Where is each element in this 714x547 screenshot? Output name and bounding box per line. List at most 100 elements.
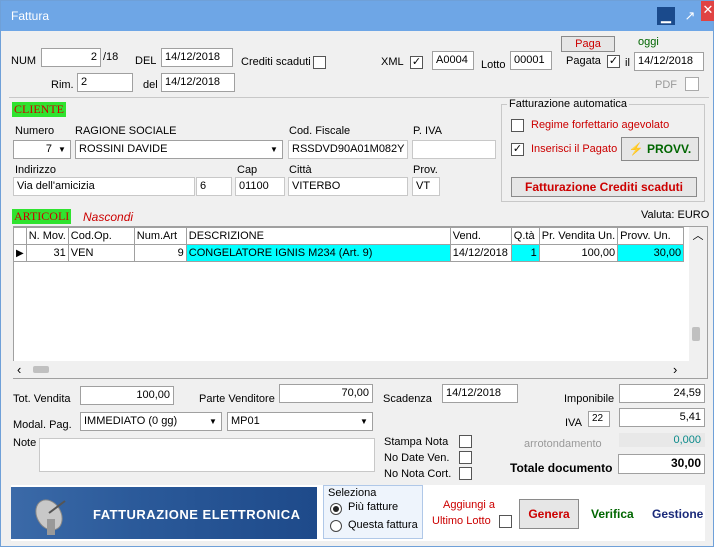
stampa-nota-label: Stampa Nota: [384, 436, 449, 448]
cf-field[interactable]: RSSDVD90A01M082Y: [288, 140, 408, 159]
cell-nmov[interactable]: 31: [25, 244, 69, 262]
col-vend[interactable]: Vend.: [449, 227, 512, 245]
cell-provv[interactable]: 30,00: [617, 244, 685, 262]
table-row[interactable]: ▶ 31 VEN 9 CONGELATORE IGNIS M234 (Art. …: [13, 244, 685, 262]
ragione-select[interactable]: ROSSINI DAVIDE ▼: [75, 140, 283, 159]
xml-checkbox[interactable]: ✓: [410, 56, 423, 69]
cell-prezzo[interactable]: 100,00: [538, 244, 619, 262]
col-nmov[interactable]: N. Mov.: [25, 227, 69, 245]
nascondi-link[interactable]: Nascondi: [83, 210, 133, 224]
mp-code-value: MP01: [231, 415, 260, 427]
crediti-scaduti-button[interactable]: Fatturazione Crediti scaduti: [511, 177, 697, 197]
fatturazione-automatica-title: Fatturazione automatica: [507, 98, 630, 110]
chevron-down-icon[interactable]: ▼: [357, 413, 371, 430]
banner-title: FATTURAZIONE ELETTRONICA: [93, 507, 301, 522]
close-button[interactable]: ✕: [701, 1, 714, 21]
col-numart[interactable]: Num.Art: [133, 227, 187, 245]
del-label: DEL: [135, 55, 157, 67]
parte-venditore-field[interactable]: 70,00: [279, 384, 373, 403]
minimize-button[interactable]: ▁: [657, 7, 675, 25]
cell-numart[interactable]: 9: [133, 244, 187, 262]
window-title: Fattura: [11, 9, 50, 23]
seleziona-label: Seleziona: [328, 487, 377, 499]
xml-code-field[interactable]: A0004: [432, 51, 474, 70]
chevron-down-icon[interactable]: ▼: [55, 141, 69, 158]
lotto-field[interactable]: 00001: [510, 51, 552, 70]
del-date-field[interactable]: 14/12/2018: [161, 48, 233, 67]
chevron-left-icon[interactable]: ‹: [17, 362, 21, 377]
horizontal-scrollbar[interactable]: ‹ ›: [13, 361, 707, 378]
cell-qta[interactable]: 1: [510, 244, 540, 262]
regime-label: Regime forfettario agevolato: [531, 119, 670, 131]
cap-label: Cap: [237, 164, 258, 176]
ultimo-lotto-checkbox[interactable]: [499, 515, 512, 528]
no-date-label: No Date Ven.: [384, 452, 450, 464]
iva-field[interactable]: 5,41: [619, 408, 705, 427]
provv-button[interactable]: ⚡ PROVV.: [621, 137, 699, 161]
no-nota-checkbox[interactable]: [459, 467, 472, 480]
fatturazione-elettronica-banner[interactable]: FATTURAZIONE ELETTRONICA: [11, 487, 317, 539]
totale-documento-label: Totale documento: [510, 461, 613, 475]
verifica-button[interactable]: Verifica: [591, 507, 634, 521]
mp-code-select[interactable]: MP01 ▼: [227, 412, 373, 431]
piva-field[interactable]: [412, 140, 496, 159]
hscroll-thumb[interactable]: [33, 366, 49, 373]
rim-field[interactable]: 2: [77, 73, 133, 92]
civico-field[interactable]: 6: [196, 177, 232, 196]
chevron-right-icon[interactable]: ›: [673, 362, 677, 377]
numero-value: 7: [45, 143, 52, 155]
modal-pag-value: IMMEDIATO (0 gg): [84, 415, 178, 427]
crediti-scaduti-label: Crediti scaduti: [241, 56, 311, 68]
col-provv[interactable]: Provv. Un.: [617, 227, 685, 245]
questa-fattura-radio[interactable]: [330, 520, 342, 532]
inserisci-pagato-label: Inserisci il Pagato: [531, 143, 618, 155]
col-prezzo[interactable]: Pr. Vendita Un.: [538, 227, 619, 245]
scroll-thumb[interactable]: [692, 327, 700, 341]
articoli-table: N. Mov. Cod.Op. Num.Art DESCRIZIONE Vend…: [13, 227, 685, 262]
modal-pag-select[interactable]: IMMEDIATO (0 gg) ▼: [80, 412, 222, 431]
cell-codop[interactable]: VEN: [67, 244, 135, 262]
paga-button[interactable]: Paga: [561, 36, 615, 52]
scadenza-label: Scadenza: [383, 393, 432, 405]
chevron-up-icon[interactable]: ︿: [689, 227, 707, 243]
tot-vendita-label: Tot. Vendita: [13, 393, 71, 405]
numero-label: Numero: [15, 125, 55, 137]
chevron-down-icon[interactable]: ▼: [267, 141, 281, 158]
imponibile-field[interactable]: 24,59: [619, 384, 705, 403]
regime-checkbox[interactable]: [511, 119, 524, 132]
oggi-label[interactable]: oggi: [638, 36, 659, 48]
piu-fatture-radio[interactable]: [330, 503, 342, 515]
rim-del-date-field[interactable]: 14/12/2018: [161, 73, 235, 92]
tot-vendita-field[interactable]: 100,00: [80, 386, 174, 405]
num-field[interactable]: 2: [41, 48, 101, 67]
pdf-checkbox[interactable]: [685, 77, 699, 91]
no-date-checkbox[interactable]: [459, 451, 472, 464]
prov-field[interactable]: VT: [412, 177, 440, 196]
stampa-nota-checkbox[interactable]: [459, 435, 472, 448]
articoli-tag: ARTICOLI: [12, 209, 72, 224]
cap-field[interactable]: 01100: [235, 177, 285, 196]
iva-rate-field[interactable]: 22: [588, 411, 610, 427]
indirizzo-field[interactable]: Via dell'amicizia: [13, 177, 195, 196]
row-selector-icon[interactable]: ▶: [13, 244, 27, 262]
numero-select[interactable]: 7 ▼: [13, 140, 71, 159]
questa-fattura-label: Questa fattura: [348, 519, 418, 531]
note-field[interactable]: [39, 438, 375, 472]
col-descrizione[interactable]: DESCRIZIONE: [185, 227, 451, 245]
citta-field[interactable]: VITERBO: [288, 177, 408, 196]
crediti-scaduti-checkbox[interactable]: [313, 56, 326, 69]
maximize-icon[interactable]: ↗: [681, 7, 699, 25]
col-codop[interactable]: Cod.Op.: [67, 227, 135, 245]
pagata-checkbox[interactable]: ✓: [607, 55, 620, 68]
cell-vend[interactable]: 14/12/2018: [449, 244, 512, 262]
inserisci-pagato-checkbox[interactable]: ✓: [511, 143, 524, 156]
scadenza-field[interactable]: 14/12/2018: [442, 384, 518, 403]
genera-button[interactable]: Genera: [519, 499, 579, 529]
lightning-icon: ⚡: [628, 142, 644, 156]
cell-descrizione[interactable]: CONGELATORE IGNIS M234 (Art. 9): [185, 244, 451, 262]
gestione-button[interactable]: Gestione: [652, 507, 703, 521]
pagata-date-field[interactable]: 14/12/2018: [634, 52, 704, 71]
col-qta[interactable]: Q.tà: [510, 227, 540, 245]
chevron-down-icon[interactable]: ▼: [206, 413, 220, 430]
vertical-scrollbar[interactable]: ︿: [689, 227, 707, 361]
